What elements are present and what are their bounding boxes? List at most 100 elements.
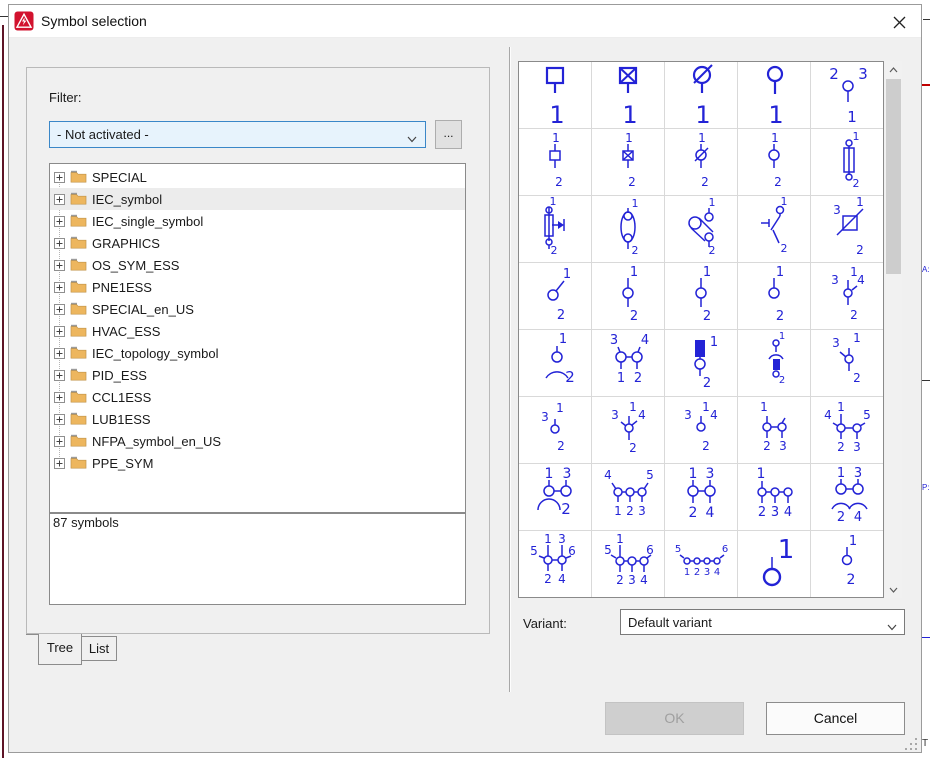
symbol-cell-7[interactable]: 12 — [592, 129, 664, 195]
symbol-cell-17[interactable]: 12 — [592, 263, 664, 329]
svg-text:2: 2 — [853, 371, 861, 385]
resize-grip[interactable] — [905, 738, 919, 751]
symbol-cell-26[interactable]: 312 — [519, 397, 591, 463]
symbol-cell-39[interactable]: 1 — [738, 531, 810, 597]
symbol-cell-40[interactable]: 12 — [811, 531, 883, 597]
symbol-cell-33[interactable]: 1324 — [665, 464, 737, 530]
ok-button[interactable]: OK — [605, 702, 744, 735]
symbol-cell-25[interactable]: 312 — [811, 330, 883, 396]
tree-item-CCL1ESS[interactable]: CCL1ESS — [50, 386, 465, 408]
symbol-cell-24[interactable]: 12 — [738, 330, 810, 396]
tree-item-PNE1ESS[interactable]: PNE1ESS — [50, 276, 465, 298]
svg-text:2: 2 — [555, 175, 563, 189]
expand-plus-icon[interactable] — [54, 347, 65, 358]
cancel-button[interactable]: Cancel — [766, 702, 905, 735]
svg-text:3: 3 — [771, 505, 779, 520]
symbol-cell-31[interactable]: 132 — [519, 464, 591, 530]
symbol-cell-1[interactable]: 1 — [519, 62, 591, 128]
background-artifact — [0, 16, 8, 17]
symbol-cell-16[interactable]: 12 — [519, 263, 591, 329]
expand-plus-icon[interactable] — [54, 457, 65, 468]
expand-plus-icon[interactable] — [54, 413, 65, 424]
symbol-cell-23[interactable]: 12 — [665, 330, 737, 396]
symbol-cell-3[interactable]: 1 — [665, 62, 737, 128]
tree-item-IEC_symbol[interactable]: IEC_symbol — [50, 188, 465, 210]
variant-value: Default variant — [628, 615, 712, 630]
symbol-cell-36[interactable]: 135624 — [519, 531, 591, 597]
symbol-cell-9[interactable]: 12 — [738, 129, 810, 195]
expand-plus-icon[interactable] — [54, 303, 65, 314]
symbol-cell-4[interactable]: 1 — [738, 62, 810, 128]
tree-item-PID_ESS[interactable]: PID_ESS — [50, 364, 465, 386]
svg-text:1: 1 — [617, 371, 625, 386]
symbol-cell-29[interactable]: 123 — [738, 397, 810, 463]
symbol-count-text: 87 symbols — [53, 515, 119, 530]
grid-scrollbar[interactable] — [885, 61, 902, 598]
svg-text:1: 1 — [709, 196, 716, 209]
tree-item-IEC_topology_symbol[interactable]: IEC_topology_symbol — [50, 342, 465, 364]
tree-item-PPE_SYM[interactable]: PPE_SYM — [50, 452, 465, 474]
filter-browse-button[interactable]: ... — [435, 120, 462, 149]
symbol-cell-38[interactable]: 561234 — [665, 531, 737, 597]
symbol-cell-30[interactable]: 14523 — [811, 397, 883, 463]
symbol-cell-12[interactable]: 12 — [592, 196, 664, 262]
symbol-cell-10[interactable]: 12 — [811, 129, 883, 195]
expand-plus-icon[interactable] — [54, 237, 65, 248]
scrollbar-thumb[interactable] — [886, 79, 901, 274]
symbol-cell-22[interactable]: 3412 — [592, 330, 664, 396]
scroll-down-button[interactable] — [885, 581, 902, 598]
tree-item-NFPA_symbol_en_US[interactable]: NFPA_symbol_en_US — [50, 430, 465, 452]
symbol-cell-32[interactable]: 45123 — [592, 464, 664, 530]
tree-item-label: SPECIAL_en_US — [92, 302, 194, 317]
symbol-cell-11[interactable]: 12 — [519, 196, 591, 262]
symbol-cell-6[interactable]: 12 — [519, 129, 591, 195]
symbol-selection-dialog: Symbol selection Filter: - Not activated… — [8, 4, 922, 753]
svg-text:1: 1 — [853, 331, 861, 345]
symbol-cell-19[interactable]: 12 — [738, 263, 810, 329]
svg-text:3: 3 — [833, 203, 841, 217]
expand-plus-icon[interactable] — [54, 391, 65, 402]
symbol-cell-34[interactable]: 1234 — [738, 464, 810, 530]
expand-plus-icon[interactable] — [54, 325, 65, 336]
svg-text:2: 2 — [557, 439, 565, 453]
expand-plus-icon[interactable] — [54, 193, 65, 204]
symbol-cell-13[interactable]: 12 — [665, 196, 737, 262]
filter-dropdown[interactable]: - Not activated - — [49, 121, 426, 148]
symbol-cell-21[interactable]: 12 — [519, 330, 591, 396]
svg-text:1: 1 — [837, 400, 845, 414]
tree-item-HVAC_ESS[interactable]: HVAC_ESS — [50, 320, 465, 342]
expand-plus-icon[interactable] — [54, 171, 65, 182]
symbol-cell-35[interactable]: 1324 — [811, 464, 883, 530]
symbol-cell-28[interactable]: 3412 — [665, 397, 737, 463]
close-button[interactable] — [885, 9, 913, 35]
svg-text:3: 3 — [684, 408, 692, 422]
symbol-cell-27[interactable]: 3412 — [592, 397, 664, 463]
symbol-cell-37[interactable]: 156234 — [592, 531, 664, 597]
tab-list[interactable]: List — [81, 636, 117, 661]
symbol-cell-15[interactable]: 312 — [811, 196, 883, 262]
tree-item-LUB1ESS[interactable]: LUB1ESS — [50, 408, 465, 430]
scroll-up-button[interactable] — [885, 61, 902, 78]
symbol-cell-5[interactable]: 231 — [811, 62, 883, 128]
expand-plus-icon[interactable] — [54, 259, 65, 270]
svg-text:3: 3 — [853, 440, 861, 454]
tree-item-OS_SYM_ESS[interactable]: OS_SYM_ESS — [50, 254, 465, 276]
tab-tree[interactable]: Tree — [38, 634, 82, 665]
symbol-cell-2[interactable]: 1 — [592, 62, 664, 128]
expand-plus-icon[interactable] — [54, 281, 65, 292]
tree-item-SPECIAL_en_US[interactable]: SPECIAL_en_US — [50, 298, 465, 320]
folder-icon — [70, 302, 87, 315]
expand-plus-icon[interactable] — [54, 215, 65, 226]
symbol-cell-20[interactable]: 3142 — [811, 263, 883, 329]
title-bar[interactable]: Symbol selection — [9, 5, 921, 38]
tree-item-SPECIAL[interactable]: SPECIAL — [50, 166, 465, 188]
symbol-cell-18[interactable]: 12 — [665, 263, 737, 329]
symbol-library-tree[interactable]: SPECIALIEC_symbolIEC_single_symbolGRAPHI… — [49, 163, 466, 513]
symbol-cell-8[interactable]: 12 — [665, 129, 737, 195]
expand-plus-icon[interactable] — [54, 435, 65, 446]
symbol-cell-14[interactable]: 12 — [738, 196, 810, 262]
tree-item-GRAPHICS[interactable]: GRAPHICS — [50, 232, 465, 254]
expand-plus-icon[interactable] — [54, 369, 65, 380]
variant-dropdown[interactable]: Default variant — [620, 609, 905, 635]
tree-item-IEC_single_symbol[interactable]: IEC_single_symbol — [50, 210, 465, 232]
